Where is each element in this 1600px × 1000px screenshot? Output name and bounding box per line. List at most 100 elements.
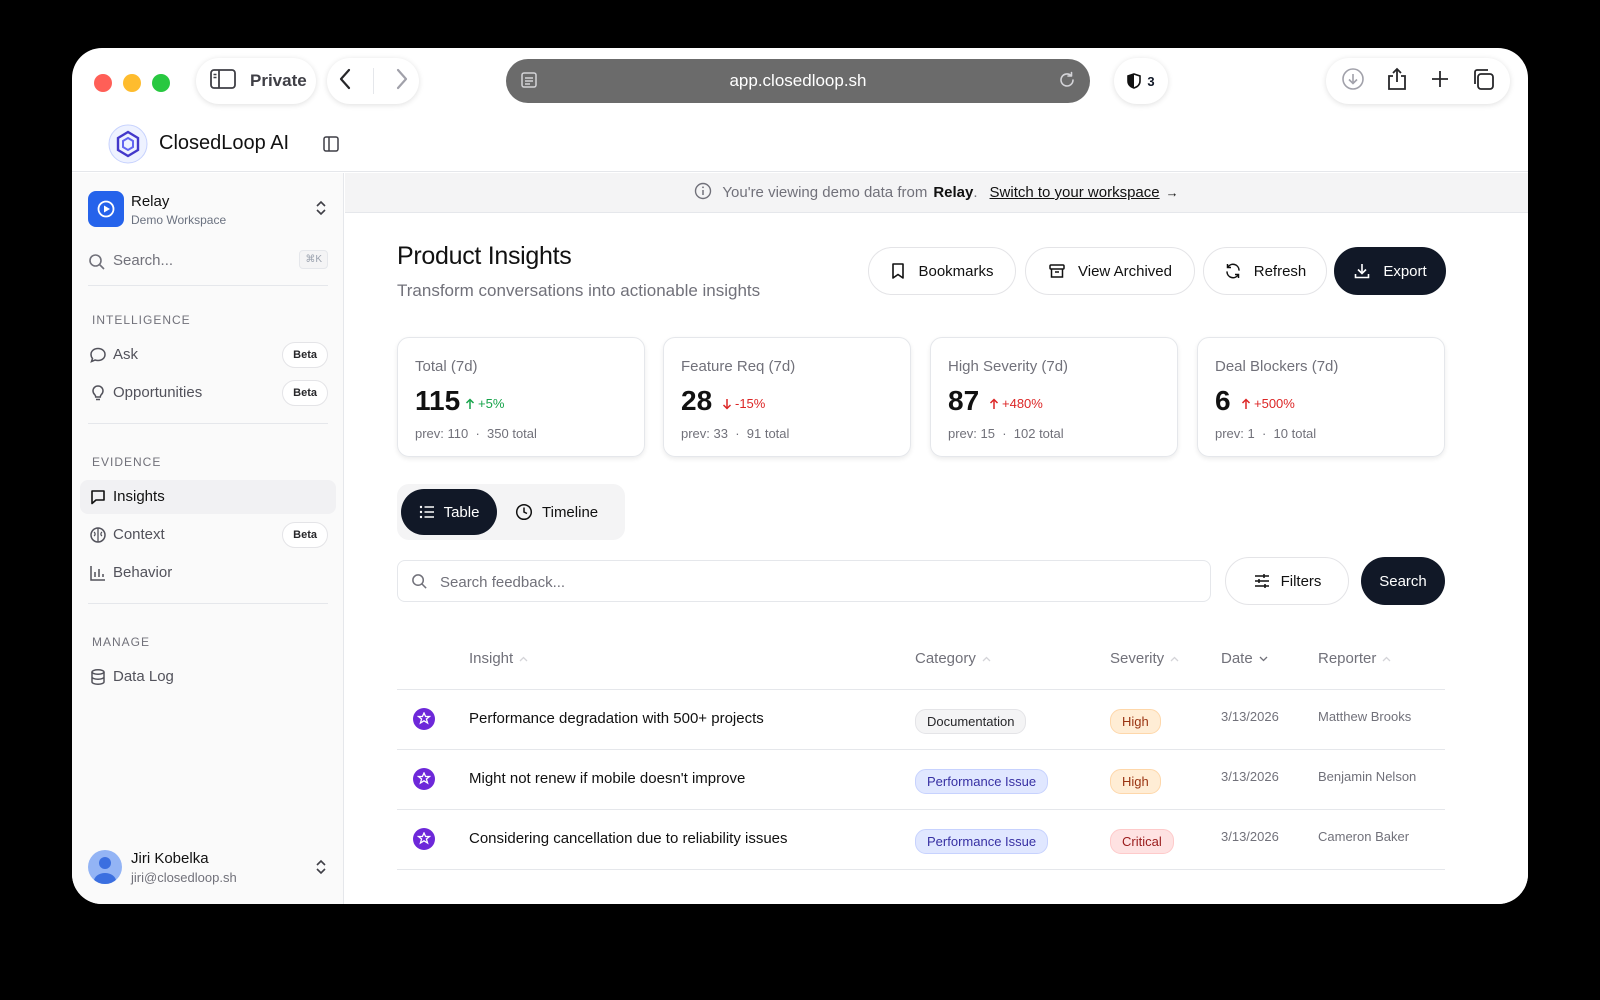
beta-badge: Beta: [282, 380, 328, 406]
stat-previous: prev: 15 · 102 total: [948, 426, 1064, 441]
insight-type-icon: [413, 768, 435, 790]
view-archived-button[interactable]: View Archived: [1025, 247, 1195, 295]
insight-type-icon: [413, 828, 435, 850]
workspace-switcher[interactable]: Relay Demo Workspace: [88, 189, 328, 229]
zoom-window-button[interactable]: [152, 74, 170, 92]
switch-workspace-link[interactable]: Switch to your workspace: [990, 184, 1160, 201]
column-header-insight[interactable]: Insight: [469, 650, 528, 667]
chevron-up-down-icon: [314, 199, 328, 222]
chevron-right-icon: [396, 68, 407, 89]
stat-delta-value: +500%: [1254, 396, 1295, 411]
sidebar-item-label: Data Log: [113, 668, 174, 685]
browser-toolbar: Private app.closedloop.sh 3: [72, 48, 1528, 118]
stat-previous: prev: 1 · 10 total: [1215, 426, 1317, 441]
refresh-button[interactable]: Refresh: [1203, 247, 1327, 295]
history-nav: [327, 58, 419, 104]
browser-window: Private app.closedloop.sh 3 ClosedLoop A…: [72, 48, 1528, 904]
stat-delta-value: +5%: [478, 396, 505, 411]
feedback-search-input[interactable]: [440, 569, 1180, 595]
stat-prev: prev: 15: [948, 426, 995, 441]
insight-reporter: Matthew Brooks: [1318, 709, 1412, 724]
minimize-window-button[interactable]: [123, 74, 141, 92]
downloads-button[interactable]: [1341, 67, 1365, 96]
view-toggle: Table Timeline: [397, 484, 625, 540]
section-title-manage: MANAGE: [92, 635, 151, 649]
sidebar-item-behavior[interactable]: Behavior: [80, 556, 336, 590]
table-row[interactable]: Considering cancellation due to reliabil…: [397, 810, 1445, 870]
search-icon: [411, 573, 428, 595]
stat-total: 102 total: [1013, 426, 1064, 441]
banner-period: .: [973, 184, 978, 201]
back-button[interactable]: [338, 68, 352, 95]
sidebar-item-opportunities[interactable]: Opportunities Beta: [80, 376, 336, 410]
bookmarks-button[interactable]: Bookmarks: [868, 247, 1016, 295]
tabs-icon: [1474, 68, 1495, 90]
user-email: jiri@closedloop.sh: [131, 870, 237, 885]
new-tab-button[interactable]: [1430, 69, 1450, 94]
clock-icon: [515, 503, 533, 521]
share-button[interactable]: [1386, 67, 1408, 96]
workspace-subtitle: Demo Workspace: [131, 213, 227, 227]
sidebar-item-insights[interactable]: Insights: [80, 480, 336, 514]
demo-banner: You're viewing demo data from Relay. Swi…: [345, 173, 1528, 213]
sidebar-search[interactable]: Search... ⌘K: [88, 249, 328, 275]
table-row[interactable]: Performance degradation with 500+ projec…: [397, 690, 1445, 750]
stat-delta: +5%: [465, 396, 504, 411]
list-icon: [419, 505, 434, 519]
arrow-up-icon: [465, 397, 475, 409]
arrow-up-icon: [1241, 397, 1251, 409]
column-header-severity[interactable]: Severity: [1110, 650, 1179, 667]
severity-badge: Critical: [1110, 829, 1174, 854]
column-label: Severity: [1110, 650, 1165, 667]
archive-icon: [1049, 264, 1065, 278]
reader-mode-icon[interactable]: [520, 71, 538, 94]
refresh-label: Refresh: [1253, 262, 1307, 280]
stat-card-feature-requests: Feature Req (7d) 28 -15% prev: 33 · 91 t…: [663, 337, 911, 457]
close-window-button[interactable]: [94, 74, 112, 92]
column-header-reporter[interactable]: Reporter: [1318, 650, 1391, 667]
closedloop-logo-icon[interactable]: [108, 124, 148, 164]
brain-icon: [89, 526, 107, 549]
privacy-report-button[interactable]: 3: [1114, 58, 1168, 104]
private-tab-button[interactable]: Private: [196, 58, 316, 104]
page-subtitle: Transform conversations into actionable …: [397, 281, 761, 300]
database-icon: [89, 668, 107, 691]
tab-overview-button[interactable]: [1471, 67, 1495, 96]
stat-total: 10 total: [1273, 426, 1317, 441]
tab-table[interactable]: Table: [401, 489, 497, 535]
share-icon: [1388, 67, 1407, 90]
avatar: [88, 850, 122, 884]
column-header-date[interactable]: Date: [1221, 650, 1268, 667]
column-label: Insight: [469, 650, 514, 667]
tab-timeline[interactable]: Timeline: [515, 489, 615, 535]
user-menu[interactable]: Jiri Kobelka jiri@closedloop.sh: [88, 848, 328, 888]
sidebar-item-context[interactable]: Context Beta: [80, 518, 336, 552]
stat-card-total: Total (7d) 115 +5% prev: 110 · 350 total: [397, 337, 645, 457]
forward-button[interactable]: [395, 68, 409, 95]
stat-delta-value: +480%: [1002, 396, 1043, 411]
stat-delta: +500%: [1241, 396, 1295, 411]
sidebar-item-data-log[interactable]: Data Log: [80, 660, 336, 694]
reload-icon[interactable]: [1058, 71, 1076, 94]
insight-date: 3/13/2026: [1221, 829, 1279, 844]
stat-delta: +480%: [989, 396, 1043, 411]
search-button[interactable]: Search: [1361, 557, 1445, 605]
column-label: Date: [1221, 650, 1253, 667]
search-icon: [89, 254, 105, 270]
sidebar-item-label: Opportunities: [113, 384, 203, 401]
table-row[interactable]: Might not renew if mobile doesn't improv…: [397, 750, 1445, 810]
export-button[interactable]: Export: [1334, 247, 1446, 295]
stat-prev: prev: 33: [681, 426, 728, 441]
sidebar-toggle-button[interactable]: [322, 135, 340, 158]
address-bar[interactable]: app.closedloop.sh: [506, 59, 1090, 103]
filters-button[interactable]: Filters: [1225, 557, 1349, 605]
column-label: Category: [915, 650, 976, 667]
brand-name: ClosedLoop AI: [159, 132, 290, 154]
stat-value: 115: [415, 385, 461, 416]
column-header-category[interactable]: Category: [915, 650, 991, 667]
severity-badge: High: [1110, 709, 1161, 734]
url-text: app.closedloop.sh: [729, 71, 867, 90]
page-title: Product Insights: [397, 242, 572, 270]
sidebar-divider: [88, 285, 328, 286]
sidebar-item-ask[interactable]: Ask Beta: [80, 338, 336, 372]
